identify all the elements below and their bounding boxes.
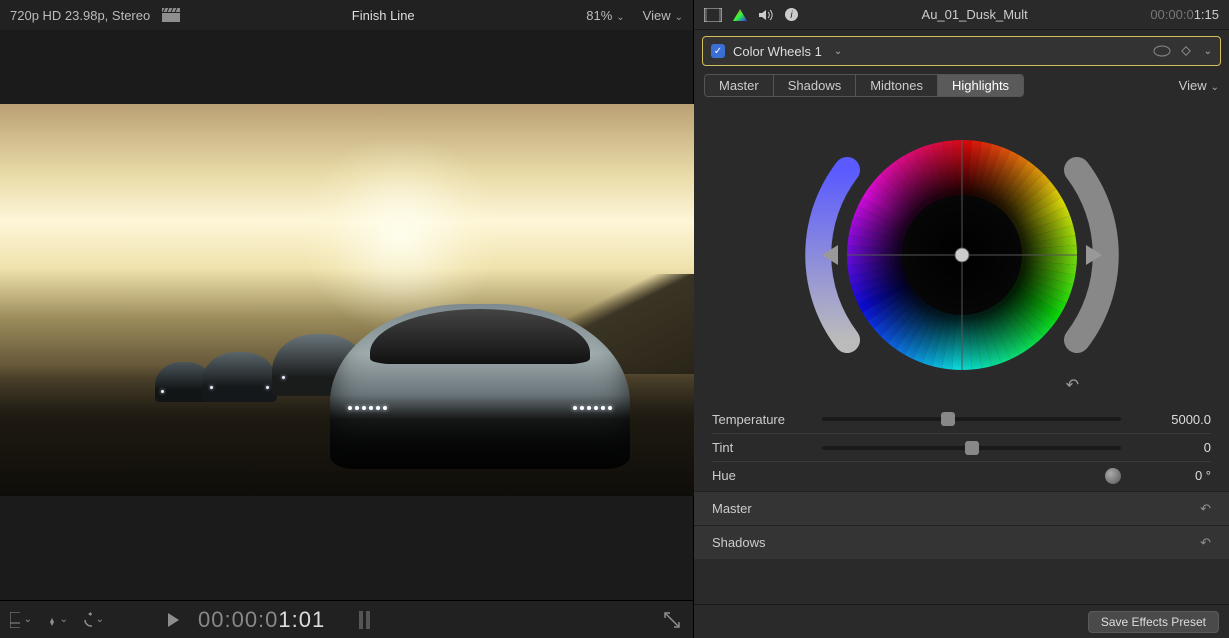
brightness-slider[interactable] xyxy=(1077,170,1106,340)
viewer-header: 720p HD 23.98p, Stereo Finish Line 81%⌄ … xyxy=(0,0,693,30)
tab-midtones[interactable]: Midtones xyxy=(856,75,938,96)
correction-selector[interactable]: ✓ Color Wheels 1 ⌄ ⌄ xyxy=(702,36,1221,66)
layout-menu-icon[interactable]: ⌄ xyxy=(10,611,32,629)
wheel-tabs: Master Shadows Midtones Highlights xyxy=(704,74,1024,97)
keyframe-icon[interactable] xyxy=(1180,45,1192,57)
viewer-view-menu[interactable]: View⌄ xyxy=(643,8,683,23)
tint-value[interactable]: 0 xyxy=(1141,440,1211,455)
video-inspector-icon[interactable] xyxy=(704,8,722,22)
chevron-down-icon: ⌄ xyxy=(616,12,624,23)
clip-title: Finish Line xyxy=(180,8,586,23)
zoom-menu[interactable]: 81%⌄ xyxy=(586,8,624,23)
saturation-slider[interactable] xyxy=(818,170,847,340)
correction-name: Color Wheels 1 xyxy=(733,44,822,59)
fullscreen-icon[interactable] xyxy=(661,611,683,629)
reset-icon[interactable]: ↶ xyxy=(1200,535,1211,551)
color-inspector-icon[interactable] xyxy=(732,8,748,22)
viewer-canvas[interactable] xyxy=(0,104,694,496)
wheel-tabs-row: Master Shadows Midtones Highlights View⌄ xyxy=(694,66,1229,105)
hue-dial[interactable] xyxy=(1105,468,1121,484)
chevron-down-icon: ⌄ xyxy=(675,12,683,23)
section-shadows[interactable]: Shadows ↶ xyxy=(694,525,1229,559)
inspector-header: i Au_01_Dusk_Mult 00:00:01:15 xyxy=(694,0,1229,30)
hue-row: Hue 0 ° xyxy=(712,461,1211,489)
inspector-timecode: 00:00:01:15 xyxy=(1150,7,1219,22)
inspector-footer: Save Effects Preset xyxy=(694,604,1229,638)
tint-slider[interactable] xyxy=(822,446,1121,450)
chevron-down-icon[interactable]: ⌄ xyxy=(1204,46,1212,57)
tint-label: Tint xyxy=(712,440,822,455)
global-params: Temperature 5000.0 Tint 0 Hue 0 ° xyxy=(694,405,1229,489)
play-button[interactable] xyxy=(162,611,184,629)
temperature-slider[interactable] xyxy=(822,417,1121,421)
tint-row: Tint 0 xyxy=(712,433,1211,461)
tab-highlights[interactable]: Highlights xyxy=(938,75,1023,96)
chevron-down-icon: ⌄ xyxy=(834,46,842,57)
temperature-value[interactable]: 5000.0 xyxy=(1141,412,1211,427)
enhancements-menu-icon[interactable]: ⌄ xyxy=(46,611,68,629)
inspector-clip-name: Au_01_Dusk_Mult xyxy=(809,7,1140,22)
audio-inspector-icon[interactable] xyxy=(758,8,774,22)
tab-master[interactable]: Master xyxy=(705,75,774,96)
audio-meter-icon[interactable] xyxy=(359,611,370,629)
color-wheel[interactable] xyxy=(802,115,1122,395)
hue-value[interactable]: 0 ° xyxy=(1141,468,1211,483)
hue-label: Hue xyxy=(712,468,822,483)
inspector-view-menu[interactable]: View⌄ xyxy=(1179,78,1219,93)
format-label: 720p HD 23.98p, Stereo xyxy=(10,8,150,23)
section-master-label: Master xyxy=(712,501,752,516)
timecode-display[interactable]: 00:00:01:01 xyxy=(198,607,325,633)
color-wheel-puck[interactable] xyxy=(955,248,969,262)
info-inspector-icon[interactable]: i xyxy=(784,7,799,22)
reset-icon[interactable]: ↶ xyxy=(1200,501,1211,517)
viewer-panel: 720p HD 23.98p, Stereo Finish Line 81%⌄ … xyxy=(0,0,694,638)
correction-enable-checkbox[interactable]: ✓ xyxy=(711,44,725,58)
chevron-down-icon: ⌄ xyxy=(96,614,104,625)
chevron-down-icon: ⌄ xyxy=(1211,82,1219,93)
tab-shadows[interactable]: Shadows xyxy=(774,75,856,96)
chevron-down-icon: ⌄ xyxy=(24,614,32,625)
viewer-toolbar: ⌄ ⌄ ⌄ 00:00:01:01 xyxy=(0,600,693,638)
viewer-area xyxy=(0,30,693,600)
chevron-down-icon: ⌄ xyxy=(60,614,68,625)
reset-wheel-icon[interactable]: ↶ xyxy=(1066,375,1079,395)
color-wheel-area: ↶ xyxy=(694,105,1229,405)
inspector-panel: i Au_01_Dusk_Mult 00:00:01:15 ✓ Color Wh… xyxy=(694,0,1229,638)
section-shadows-label: Shadows xyxy=(712,535,765,550)
temperature-row: Temperature 5000.0 xyxy=(712,405,1211,433)
clapper-icon[interactable] xyxy=(162,8,180,22)
save-effects-preset-button[interactable]: Save Effects Preset xyxy=(1088,611,1219,633)
mask-icon[interactable] xyxy=(1152,44,1172,58)
retime-menu-icon[interactable]: ⌄ xyxy=(82,611,104,629)
section-master[interactable]: Master ↶ xyxy=(694,491,1229,525)
temperature-label: Temperature xyxy=(712,412,822,427)
